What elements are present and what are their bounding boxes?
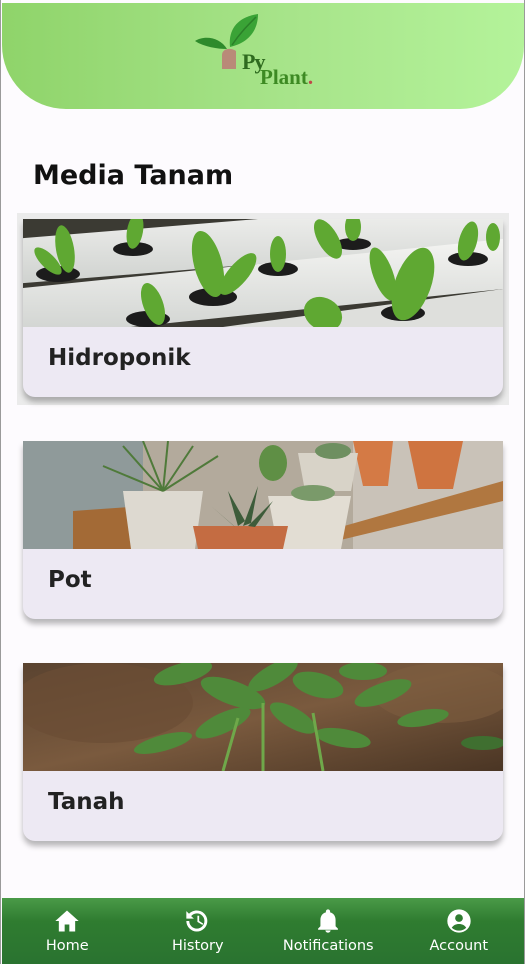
hydroponic-lettuce-image: [23, 219, 503, 327]
pyplant-logo: Py Plant.: [192, 11, 342, 93]
nav-item-account[interactable]: Account: [394, 898, 525, 964]
nav-item-notifications[interactable]: Notifications: [263, 898, 394, 964]
page-title: Media Tanam: [33, 160, 234, 191]
account-icon: [447, 909, 471, 933]
nav-label: Notifications: [282, 938, 374, 954]
logo-plant-text: Plant.: [260, 65, 313, 90]
logo-plant-word: Plant: [260, 65, 308, 89]
card-hidroponik[interactable]: Hidroponik: [23, 219, 503, 397]
nav-item-home[interactable]: Home: [2, 898, 133, 964]
potted-succulents-image: [23, 441, 503, 549]
card-pot[interactable]: Pot: [23, 441, 503, 619]
home-icon: [55, 910, 79, 932]
nav-item-history[interactable]: History: [133, 898, 264, 964]
card-label: Hidroponik: [48, 345, 191, 371]
nav-label: Account: [429, 938, 489, 954]
bell-icon: [318, 909, 339, 933]
card-label: Pot: [48, 567, 92, 593]
card-label: Tanah: [48, 789, 125, 815]
nav-label: Home: [45, 938, 89, 954]
app-screen: Py Plant. Media Tanam Hidroponik Pot Tan…: [0, 0, 525, 964]
app-header: Py Plant.: [2, 3, 524, 109]
logo-dot: .: [307, 65, 314, 89]
card-tanah[interactable]: Tanah: [23, 663, 503, 841]
bottom-nav: Home History Notifications Account: [2, 898, 524, 964]
soil-seedlings-image: [23, 663, 503, 771]
history-icon: [186, 910, 208, 932]
nav-label: History: [171, 938, 224, 954]
